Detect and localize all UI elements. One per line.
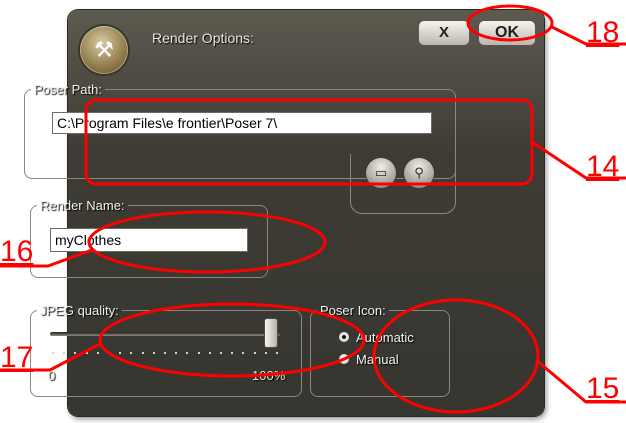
callout-number-18: 18 [586, 16, 620, 49]
name-highlight-ellipse [87, 210, 327, 274]
callout-number-17: 17 [0, 341, 34, 374]
icon-highlight-ellipse [372, 298, 540, 414]
annotation-overlay [0, 4, 626, 414]
callout-number-14: 14 [586, 150, 620, 183]
ok-button-highlight-ellipse [466, 4, 554, 42]
path-highlight-rect [84, 98, 534, 186]
callout-number-15: 15 [586, 372, 620, 405]
quality-highlight-ellipse [98, 302, 366, 378]
callout-number-16: 16 [0, 235, 34, 268]
